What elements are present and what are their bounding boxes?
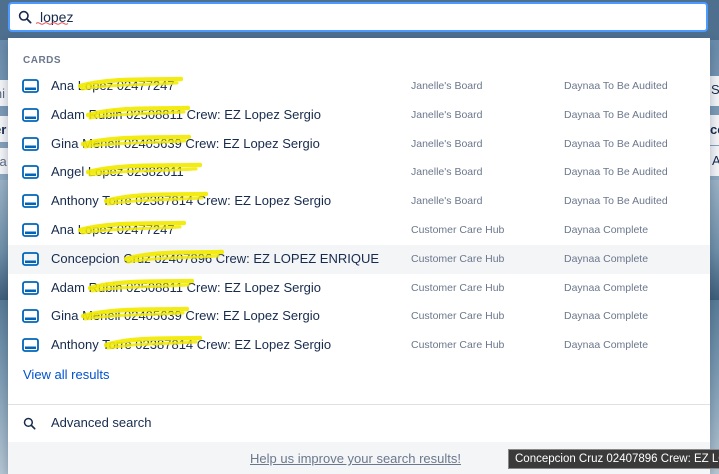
- result-board: Janelle's Board: [411, 166, 483, 179]
- card-icon: [22, 136, 39, 151]
- result-board: Customer Care Hub: [411, 310, 505, 323]
- search-result-row[interactable]: Concepcion Cruz 02407896 Crew: EZ LOPEZ …: [8, 244, 710, 274]
- search-result-row[interactable]: Ana Lopez 02477247 Customer Care Hub Dayna…: [8, 216, 710, 245]
- card-icon: [22, 309, 39, 324]
- card-icon: [22, 223, 39, 237]
- advanced-search-button[interactable]: Advanced search: [8, 408, 710, 438]
- result-title: Adam Rubin 02508811 Crew: EZ Lopez Sergi…: [51, 279, 322, 295]
- background-card-right[interactable]: A: [709, 146, 719, 176]
- search-result-row[interactable]: Ana Lopez 02477247 Janelle's Board Daynaa …: [8, 72, 710, 101]
- result-list: Daynaa Complete: [564, 252, 649, 265]
- feedback-link[interactable]: Help us improve your search results!: [250, 451, 461, 466]
- background-card-right[interactable]: S: [709, 76, 719, 106]
- card-icon: [22, 194, 39, 209]
- section-label-cards: CARDS: [23, 55, 62, 66]
- result-board: Janelle's Board: [411, 195, 483, 208]
- search-bar[interactable]: [8, 2, 708, 32]
- result-list: Daynaa To Be Audited: [564, 80, 668, 92]
- result-title: Gina Meneil 02405639 Crew: EZ Lopez Serg…: [51, 308, 320, 324]
- result-board: Janelle's Board: [411, 108, 483, 121]
- result-board: Customer Care Hub: [411, 252, 505, 265]
- card-icon: [22, 251, 39, 266]
- result-board: Customer Care Hub: [411, 224, 505, 236]
- advanced-search-label: Advanced search: [51, 415, 152, 430]
- search-icon: [23, 417, 36, 430]
- result-board: Customer Care Hub: [411, 339, 505, 352]
- result-list: Daynaa To Be Audited: [564, 137, 668, 150]
- result-title: Anthony Torre 02387814 Crew: EZ Lopez Se…: [51, 337, 332, 353]
- background-card-right[interactable]: cc: [709, 115, 719, 145]
- search-result-row[interactable]: Adam Rubin 02508811 Crew: EZ Lopez Sergi…: [8, 101, 710, 130]
- result-board: Janelle's Board: [411, 137, 483, 150]
- spellcheck-underline: [36, 22, 69, 25]
- search-result-row[interactable]: Angel Lopez 02382011 Janelle's Board Dayna…: [8, 158, 710, 187]
- card-icon: [22, 165, 39, 180]
- search-result-row[interactable]: Anthony Torre 02387814 Crew: EZ Lopez Se…: [8, 331, 710, 360]
- search-result-row[interactable]: Gina Meneil 02405639 Crew: EZ Lopez Serg…: [8, 130, 710, 159]
- result-board: Customer Care Hub: [411, 281, 505, 294]
- result-list: Daynaa Complete: [564, 224, 649, 236]
- result-list: Daynaa Complete: [564, 281, 649, 294]
- view-all-results-link[interactable]: View all results: [23, 367, 109, 382]
- result-title: Adam Rubin 02508811 Crew: EZ Lopez Sergi…: [51, 106, 322, 122]
- card-icon: [22, 79, 39, 93]
- result-title: Anthony Torre 02387814 Crew: EZ Lopez Se…: [51, 193, 332, 209]
- search-result-row[interactable]: Adam Rubin 02508811 Crew: EZ Lopez Sergi…: [8, 274, 710, 303]
- result-title: Concepcion Cruz 02407896 Crew: EZ LOPEZ …: [51, 250, 380, 266]
- card-icon: [22, 107, 39, 122]
- result-title: Gina Meneil 02405639 Crew: EZ Lopez Serg…: [51, 135, 320, 151]
- search-input[interactable]: [40, 9, 680, 25]
- divider: [8, 404, 710, 405]
- result-list: Daynaa To Be Audited: [564, 166, 668, 179]
- result-list: Daynaa To Be Audited: [564, 195, 668, 208]
- result-list: Daynaa Complete: [564, 310, 649, 323]
- search-result-row[interactable]: Anthony Torre 02387814 Crew: EZ Lopez Se…: [8, 187, 710, 216]
- result-list: Daynaa To Be Audited: [564, 108, 668, 121]
- result-board: Janelle's Board: [411, 80, 483, 92]
- result-title: Angel Lopez 02382011: [51, 164, 184, 180]
- search-result-row[interactable]: Gina Meneil 02405639 Crew: EZ Lopez Serg…: [8, 302, 710, 331]
- search-results-dropdown: CARDS Ana Lopez 02477247 Janelle's Board D…: [8, 38, 710, 474]
- card-icon: [22, 338, 39, 353]
- card-icon: [22, 280, 39, 295]
- search-icon: [18, 10, 32, 24]
- result-list: Daynaa Complete: [564, 339, 649, 352]
- result-title: Ana Lopez 02477247: [51, 78, 175, 93]
- result-title: Ana Lopez 02477247: [51, 222, 175, 237]
- card-title-tooltip: Concepcion Cruz 02407896 Crew: EZ LOPEZ …: [508, 449, 719, 469]
